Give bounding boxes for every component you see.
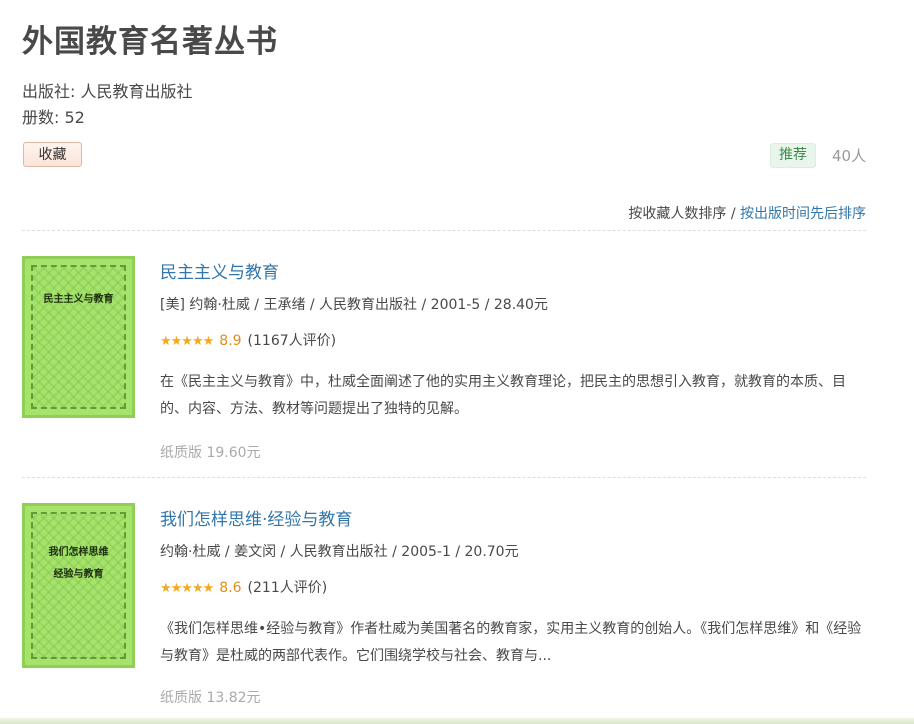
book-rating: ★★★★★ 8.9 (1167人评价): [160, 330, 336, 350]
recommend-count: 40人: [832, 147, 867, 165]
book-title-link[interactable]: 我们怎样思维·经验与教育: [160, 505, 352, 530]
sort-options: 按收藏人数排序 / 按出版时间先后排序: [628, 203, 866, 223]
book-cover[interactable]: 我们怎样思维 经验与教育: [22, 503, 135, 668]
book-intro: 在《民主主义与教育》中，杜威全面阐述了他的实用主义教育理论，把民主的思想引入教育…: [160, 374, 846, 417]
divider: [22, 230, 866, 231]
page-title: 外国教育名著丛书: [22, 24, 278, 60]
rating-stars-icon: ★★★★★: [160, 334, 214, 349]
volume-count: 册数: 52: [22, 108, 85, 127]
rating-stars-icon: ★★★★★: [160, 581, 214, 596]
book-rating: ★★★★★ 8.6 (211人评价): [160, 577, 327, 597]
cover-subtitle: 经验与教育: [53, 569, 104, 580]
book-price-link[interactable]: 纸质版 19.60元: [160, 442, 261, 462]
recommend-button[interactable]: 推荐: [770, 143, 816, 168]
cover-pattern: [31, 265, 126, 409]
book-pub-info: [美] 约翰·杜威 / 王承绪 / 人民教育出版社 / 2001-5 / 28.…: [160, 297, 548, 313]
rating-votes: (1167人评价): [247, 333, 337, 349]
book-title-link[interactable]: 民主主义与教育: [160, 258, 279, 283]
cover-title: 民主主义与教育: [43, 294, 114, 305]
cover-pattern: [31, 512, 126, 659]
cover-title: 我们怎样思维: [48, 547, 109, 558]
sort-by-date-link[interactable]: 按出版时间先后排序: [740, 206, 866, 222]
rating-votes: (211人评价): [247, 580, 328, 596]
book-price-link[interactable]: 纸质版 13.82元: [160, 687, 261, 707]
rating-score: 8.6: [219, 580, 242, 596]
book-pub-info: 约翰·杜威 / 姜文闵 / 人民教育出版社 / 2005-1 / 20.70元: [160, 544, 519, 560]
book-cover[interactable]: 民主主义与教育: [22, 256, 135, 418]
collect-button[interactable]: 收藏: [23, 142, 82, 167]
sort-by-collect: 按收藏人数排序: [628, 206, 727, 222]
sort-separator: /: [726, 206, 740, 222]
bottom-bar: [0, 718, 914, 724]
rating-score: 8.9: [219, 333, 242, 349]
book-intro: 《我们怎样思维•经验与教育》作者杜威为美国著名的教育家，实用主义教育的创始人。《…: [160, 621, 862, 664]
publisher-info: 出版社: 人民教育出版社: [22, 82, 193, 101]
divider: [22, 477, 866, 478]
